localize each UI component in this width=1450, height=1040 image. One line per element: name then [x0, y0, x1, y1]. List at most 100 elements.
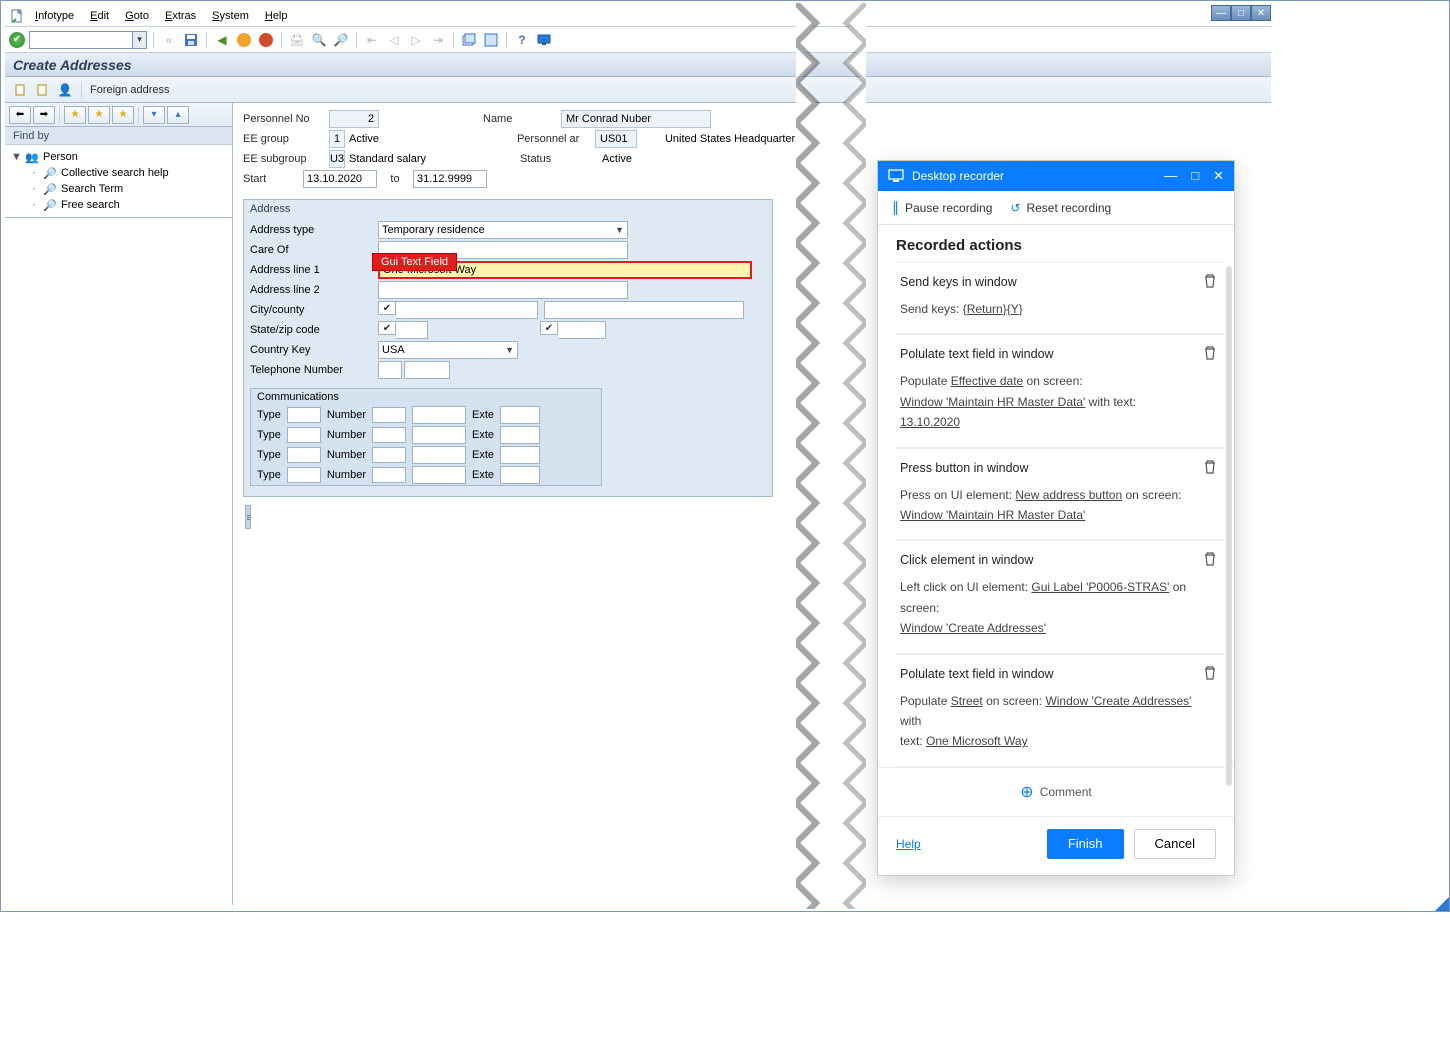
nav-back-button[interactable]: ⬅	[9, 106, 31, 124]
collapse-button[interactable]: ▴	[167, 106, 189, 124]
reset-recording-button[interactable]: ↺ Reset recording	[1010, 201, 1111, 215]
chk-state[interactable]: ✔	[378, 321, 396, 335]
input-comm-type[interactable]	[287, 427, 321, 443]
tree-item[interactable]: ·🔎Search Term	[29, 181, 226, 197]
delete-action-button[interactable]	[1202, 665, 1218, 681]
left-panel: ⬅ ➡ ★ ★ ★ ▾ ▴ Find by ▼ 👥 Person ·🔎Colle…	[5, 103, 233, 905]
menu-extras[interactable]: Extras	[157, 8, 204, 24]
splitter-handle[interactable]	[245, 505, 251, 529]
recorded-action-card[interactable]: Polulate text field in windowPopulate Ef…	[896, 334, 1224, 447]
delete-action-button[interactable]	[1202, 459, 1218, 475]
fav-button-2[interactable]: ★	[88, 106, 110, 124]
input-comm-number-b[interactable]	[412, 466, 466, 484]
menu-edit[interactable]: Edit	[82, 8, 117, 24]
input-comm-number-b[interactable]	[412, 426, 466, 444]
cancel-icon[interactable]	[257, 31, 275, 49]
new-session-icon[interactable]	[460, 31, 478, 49]
menu-system[interactable]: System	[204, 8, 257, 24]
delete-action-button[interactable]	[1202, 551, 1218, 567]
menu-goto[interactable]: Goto	[117, 8, 157, 24]
enter-icon[interactable]: ✔	[9, 32, 25, 48]
close-button[interactable]: ✕	[1251, 5, 1271, 21]
input-comm-number-a[interactable]	[372, 407, 406, 423]
input-comm-exte[interactable]	[500, 406, 540, 424]
label-start: Start	[243, 173, 303, 185]
chk-city[interactable]: ✔	[378, 301, 396, 315]
input-start-date[interactable]	[303, 170, 377, 188]
menu-infotype[interactable]: Infotype	[27, 8, 82, 24]
help-link[interactable]: Help	[896, 837, 921, 851]
command-field[interactable]: ▾	[29, 31, 147, 49]
fav-button-1[interactable]: ★	[64, 106, 86, 124]
fav-button-3[interactable]: ★	[112, 106, 134, 124]
input-comm-exte[interactable]	[500, 426, 540, 444]
pause-recording-button[interactable]: ∥ Pause recording	[892, 199, 992, 216]
input-comm-type[interactable]	[287, 467, 321, 483]
recorder-close-button[interactable]: ✕	[1213, 168, 1224, 184]
page-icon-1[interactable]	[13, 82, 29, 98]
customize-icon[interactable]	[535, 31, 553, 49]
nav-fwd-button[interactable]: ➡	[33, 106, 55, 124]
select-country[interactable]: USA ▼	[378, 341, 518, 359]
input-comm-type[interactable]	[287, 407, 321, 423]
input-end-date[interactable]	[413, 170, 487, 188]
select-address-type[interactable]: Temporary residence ▼	[378, 221, 628, 239]
add-comment-button[interactable]: ⊕ Comment	[878, 767, 1234, 816]
value-status: Active	[598, 153, 636, 165]
input-comm-number-a[interactable]	[372, 467, 406, 483]
input-comm-number-a[interactable]	[372, 447, 406, 463]
delete-action-button[interactable]	[1202, 345, 1218, 361]
card-line: Window 'Maintain HR Master Data' with te…	[900, 392, 1194, 433]
chk-zip[interactable]: ✔	[540, 321, 558, 335]
cancel-button[interactable]: Cancel	[1134, 829, 1216, 859]
recorded-action-card[interactable]: Send keys in windowSend keys: {Return}{Y…	[896, 262, 1224, 334]
input-comm-exte[interactable]	[500, 466, 540, 484]
label-comm-number: Number	[327, 409, 366, 421]
input-comm-number-b[interactable]	[412, 446, 466, 464]
tree-item[interactable]: ·🔎Free search	[29, 197, 226, 213]
exit-icon[interactable]	[235, 31, 253, 49]
maximize-button[interactable]: □	[1231, 5, 1251, 21]
input-comm-number-a[interactable]	[372, 427, 406, 443]
input-zip[interactable]	[558, 321, 606, 339]
input-city[interactable]	[396, 301, 538, 319]
input-tel-1[interactable]	[378, 361, 402, 379]
recorded-action-card[interactable]: Polulate text field in windowPopulate St…	[896, 654, 1224, 767]
input-county[interactable]	[544, 301, 744, 319]
recorded-action-card[interactable]: Press button in windowPress on UI elemen…	[896, 448, 1224, 541]
save-icon[interactable]	[182, 31, 200, 49]
shortcut-icon[interactable]	[482, 31, 500, 49]
find-next-icon: 🔎	[332, 31, 350, 49]
command-dropdown-icon[interactable]: ▾	[132, 32, 146, 48]
delete-action-button[interactable]	[1202, 273, 1218, 289]
input-comm-number-b[interactable]	[412, 406, 466, 424]
input-comm-exte[interactable]	[500, 446, 540, 464]
menu-help[interactable]: Help	[257, 8, 296, 24]
value-personnel-area: US01	[595, 130, 637, 148]
expand-button[interactable]: ▾	[143, 106, 165, 124]
recorder-minimize-button[interactable]: —	[1164, 168, 1177, 184]
back-nav-icon[interactable]: ◀	[213, 31, 231, 49]
input-comm-type[interactable]	[287, 447, 321, 463]
finish-button[interactable]: Finish	[1047, 829, 1124, 859]
help-icon[interactable]: ?	[513, 31, 531, 49]
tree-item[interactable]: ·🔎Collective search help	[29, 165, 226, 181]
tree-root-person[interactable]: ▼ 👥 Person	[11, 149, 226, 165]
label-comm-exte: Exte	[472, 429, 494, 441]
page-icon-2[interactable]	[35, 82, 51, 98]
recorded-action-card[interactable]: Click element in windowLeft click on UI …	[896, 540, 1224, 653]
person-icon[interactable]: 👤	[57, 82, 73, 98]
recorder-titlebar: Desktop recorder — □ ✕	[878, 161, 1234, 191]
input-address-line2[interactable]	[378, 281, 628, 299]
label-comm-type: Type	[257, 449, 281, 461]
left-toolbar: ⬅ ➡ ★ ★ ★ ▾ ▴	[5, 103, 232, 127]
foreign-address-link[interactable]: Foreign address	[90, 84, 170, 96]
back-icon[interactable]: «	[160, 31, 178, 49]
recorder-maximize-button[interactable]: □	[1191, 168, 1199, 184]
reset-icon: ↺	[1010, 201, 1020, 215]
scrollbar-thumb[interactable]	[1226, 266, 1232, 786]
input-state[interactable]	[396, 321, 428, 339]
input-tel-2[interactable]	[404, 361, 450, 379]
address-group: Address Address type Temporary residence…	[243, 199, 773, 497]
minimize-button[interactable]: —	[1211, 5, 1231, 21]
